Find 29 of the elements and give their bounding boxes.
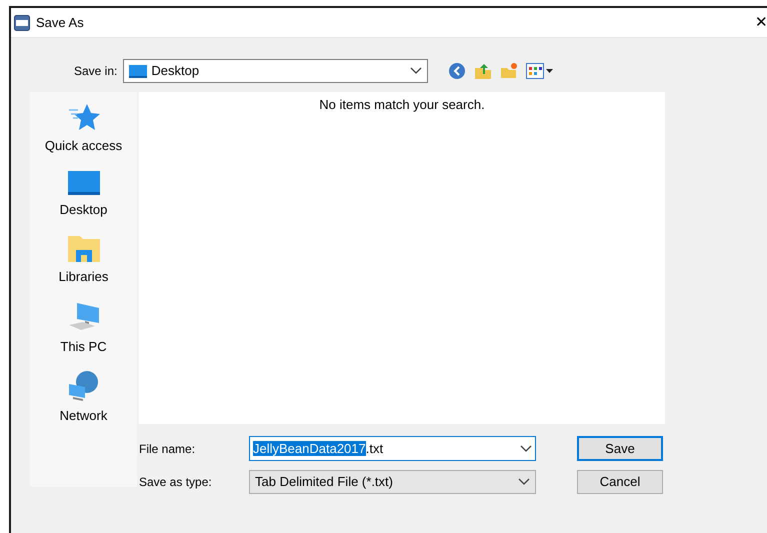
new-folder-icon[interactable]	[500, 62, 518, 80]
file-name-label: File name:	[139, 440, 196, 458]
save-button[interactable]: Save	[577, 436, 663, 461]
app-logo-icon	[14, 14, 30, 30]
monitor-icon	[129, 64, 148, 78]
file-name-field[interactable]: JellyBeanData2017.txt	[249, 436, 536, 461]
empty-message: No items match your search.	[319, 96, 485, 114]
places-item[interactable]: Libraries	[36, 233, 132, 286]
chevron-down-icon	[520, 444, 532, 452]
view-menu-icon[interactable]	[526, 63, 554, 79]
save-as-type-label: Save as type:	[139, 474, 213, 491]
places-item[interactable]: Network	[36, 370, 132, 426]
save-in-label: Save in:	[74, 63, 118, 80]
save-as-type-dropdown[interactable]: Tab Delimited File (*.txt)	[249, 470, 536, 494]
places-item[interactable]: Quick access	[36, 102, 132, 156]
folder-icon	[66, 233, 100, 263]
up-folder-icon[interactable]	[474, 62, 492, 80]
chevron-down-icon	[410, 67, 422, 75]
star-icon	[66, 102, 100, 132]
window-title: Save As	[36, 14, 84, 32]
computer-icon	[66, 300, 100, 332]
save-in-dropdown[interactable]: Desktop	[123, 59, 428, 83]
cancel-button[interactable]: Cancel	[577, 470, 663, 494]
places-item[interactable]: This PC	[36, 300, 132, 356]
places-item[interactable]: Desktop	[36, 170, 132, 219]
monitor-icon	[66, 170, 100, 196]
chevron-down-icon	[518, 478, 530, 486]
close-button[interactable]: ✕	[755, 15, 767, 30]
network-icon	[66, 370, 100, 402]
